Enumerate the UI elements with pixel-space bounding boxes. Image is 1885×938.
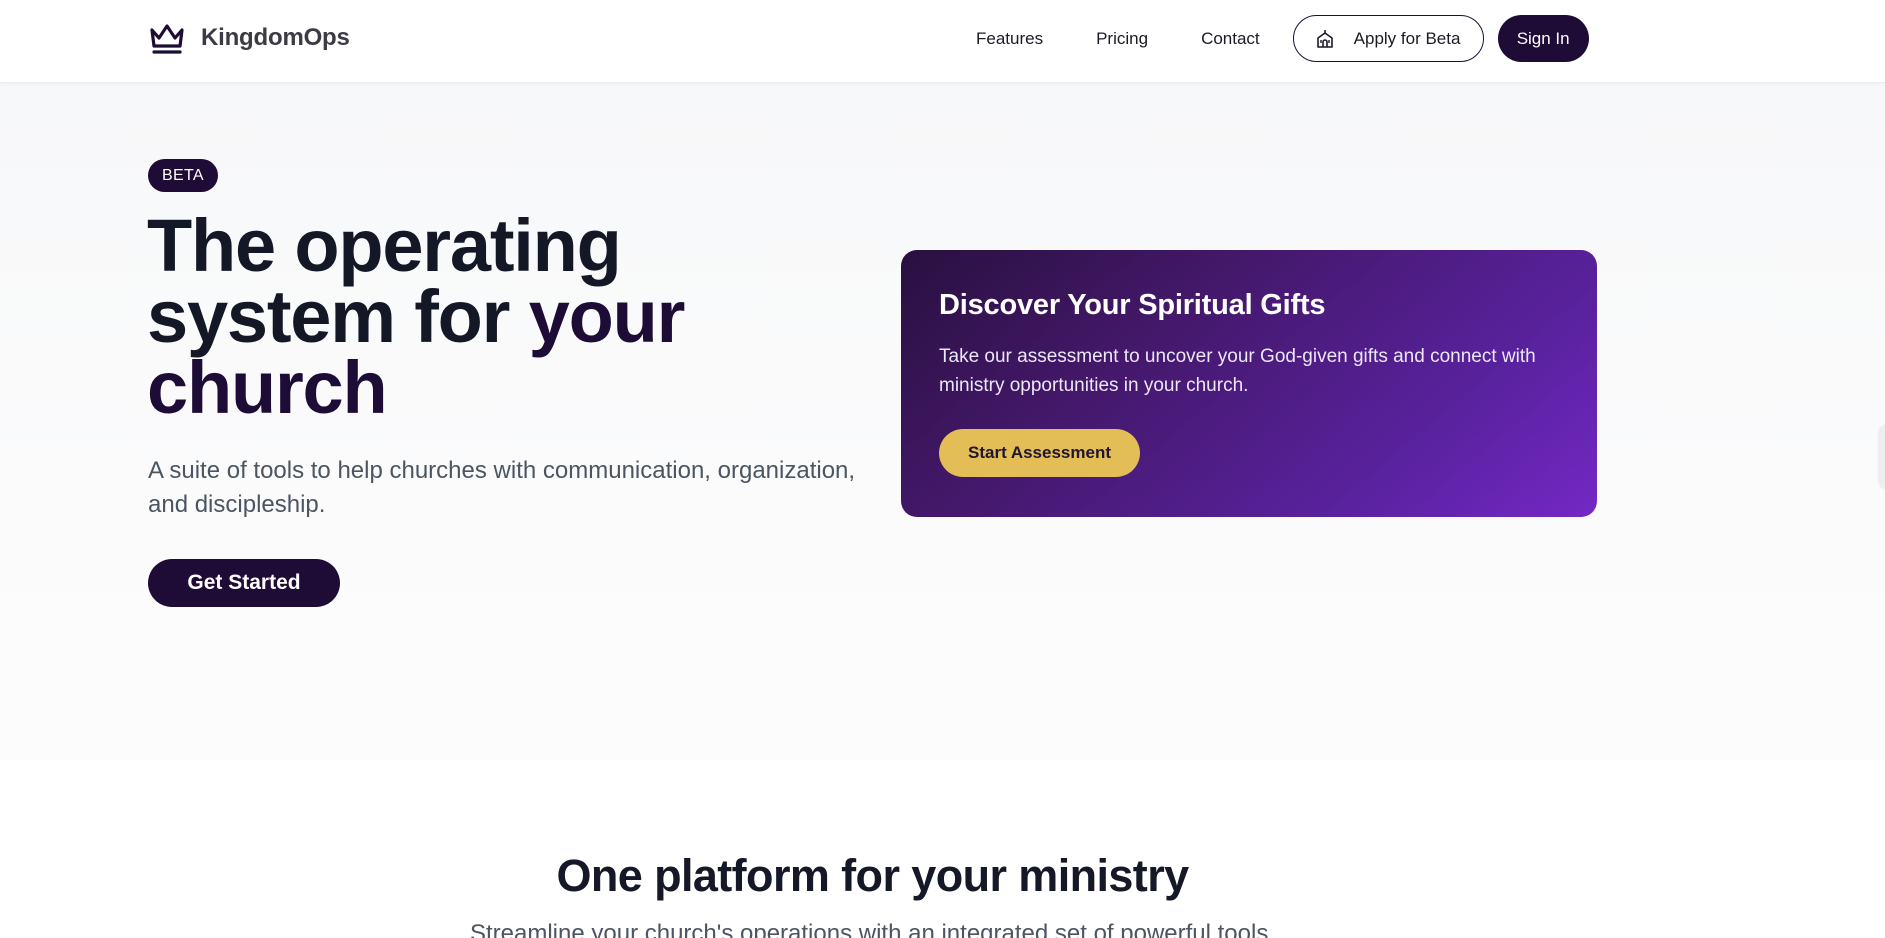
platform-section-subtitle: Streamline your church's operations with…: [469, 920, 1275, 938]
platform-section-title: One platform for your ministry: [556, 850, 1189, 901]
logo[interactable]: KingdomOps: [148, 21, 350, 55]
nav-features-link[interactable]: Features: [976, 29, 1043, 49]
card-title: Discover Your Spiritual Gifts: [939, 289, 1326, 321]
hero-title-line2b: your: [528, 275, 686, 358]
nav-contact-link[interactable]: Contact: [1201, 29, 1260, 49]
nav-pricing-link[interactable]: Pricing: [1096, 29, 1148, 49]
spiritual-gifts-card: Discover Your Spiritual Gifts Take our a…: [901, 250, 1597, 517]
logo-text: KingdomOps: [201, 24, 350, 51]
sign-in-button[interactable]: Sign In: [1497, 15, 1589, 62]
hero-title-line3: church: [147, 346, 388, 429]
beta-badge: BETA: [148, 159, 218, 192]
crown-icon: [150, 24, 184, 54]
apply-beta-label: Apply for Beta: [1353, 28, 1461, 48]
hero-title: The operating system for your church: [147, 209, 907, 425]
site-header: KingdomOps Features Pricing Contact Appl…: [0, 0, 1885, 83]
start-assessment-button[interactable]: Start Assessment: [939, 429, 1140, 477]
hero-subtitle: A suite of tools to help churches with c…: [148, 457, 856, 518]
get-started-button[interactable]: Get Started: [148, 559, 340, 607]
card-text: Take our assessment to uncover your God-…: [939, 346, 1536, 396]
main-nav: Features Pricing Contact Apply for Beta …: [976, 15, 1589, 62]
church-icon: [1316, 29, 1333, 48]
side-tab[interactable]: [1880, 425, 1885, 489]
apply-beta-button[interactable]: Apply for Beta: [1292, 15, 1484, 62]
